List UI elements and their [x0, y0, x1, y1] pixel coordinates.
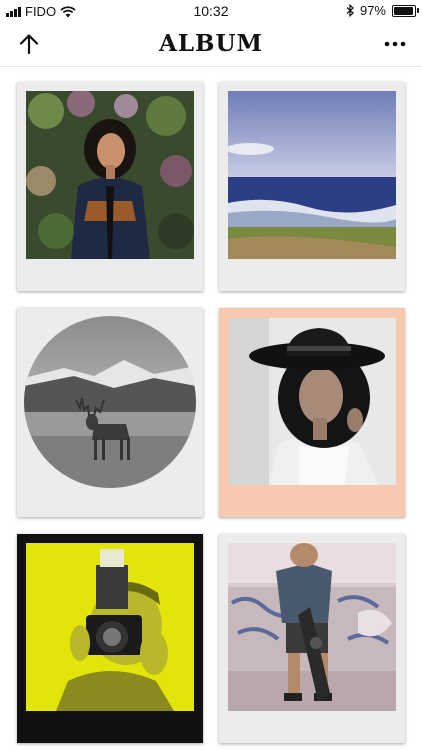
photo-photographer [26, 543, 194, 711]
status-bar: FIDO 10:32 97% [0, 0, 422, 22]
photo-card[interactable] [219, 308, 405, 517]
battery-icon [392, 4, 419, 17]
photo-deer-circle [24, 316, 196, 488]
photo-woman-hat [229, 318, 396, 485]
photo-portrait-woman [26, 91, 194, 259]
page-title: ALBUM [159, 30, 263, 57]
photo-card[interactable] [17, 534, 203, 743]
photo-card[interactable] [219, 534, 405, 743]
photo-card[interactable] [219, 82, 405, 291]
navigation-bar: ALBUM [0, 22, 422, 67]
photo-beach [228, 91, 396, 259]
battery-percent: 97% [359, 3, 386, 18]
photo-card[interactable] [17, 308, 203, 517]
photo-grid [0, 67, 422, 750]
status-right: 97% [346, 3, 419, 18]
photo-skateboarder [228, 543, 396, 711]
bluetooth-icon [346, 4, 354, 17]
photo-card[interactable] [17, 82, 203, 291]
more-dots-icon[interactable] [384, 36, 406, 52]
